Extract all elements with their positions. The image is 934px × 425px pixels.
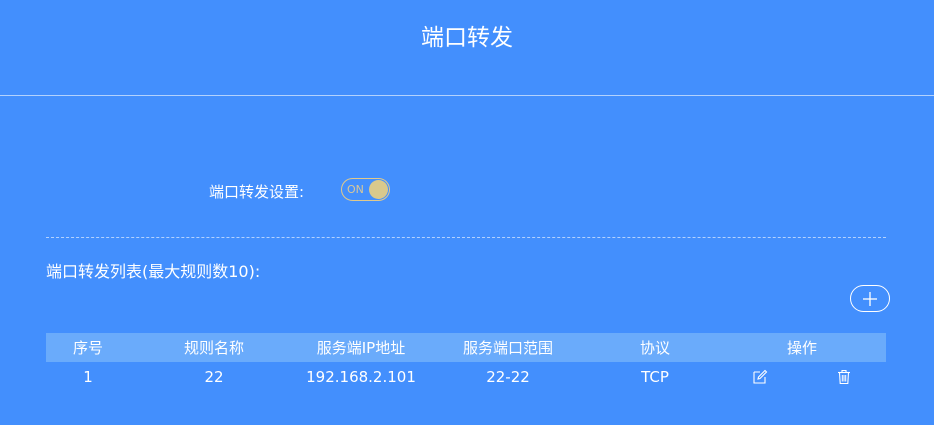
row-server-ip: 192.168.2.101 bbox=[306, 368, 416, 386]
column-header-rule-name: 规则名称 bbox=[183, 339, 244, 357]
column-header-server-ip: 服务端IP地址 bbox=[316, 339, 406, 357]
edit-icon[interactable] bbox=[748, 365, 772, 389]
toggle-state-text: ON bbox=[347, 183, 364, 196]
column-header-actions: 操作 bbox=[786, 339, 817, 357]
port-forward-toggle[interactable]: ON bbox=[341, 178, 390, 201]
table-header: 序号 规则名称 服务端IP地址 服务端口范围 协议 操作 bbox=[46, 333, 886, 362]
add-rule-button[interactable] bbox=[850, 285, 890, 312]
column-header-index: 序号 bbox=[72, 339, 103, 357]
plus-icon bbox=[863, 291, 877, 306]
column-header-port-range: 服务端口范围 bbox=[462, 339, 553, 357]
section-divider bbox=[46, 237, 886, 238]
delete-icon[interactable] bbox=[832, 365, 856, 389]
forward-rules-table: 序号 规则名称 服务端IP地址 服务端口范围 协议 操作 1 22 192.16… bbox=[46, 333, 886, 392]
port-forward-setting-label: 端口转发设置: bbox=[209, 183, 305, 201]
row-index: 1 bbox=[83, 368, 93, 386]
column-header-protocol: 协议 bbox=[639, 339, 670, 357]
forward-list-title: 端口转发列表(最大规则数10): bbox=[46, 262, 261, 281]
toggle-knob bbox=[369, 180, 388, 199]
table-row: 1 22 192.168.2.101 22-22 TCP bbox=[46, 362, 886, 392]
page-title: 端口转发 bbox=[421, 25, 513, 51]
row-port-range: 22-22 bbox=[486, 368, 530, 386]
row-rule-name: 22 bbox=[204, 368, 224, 386]
row-actions bbox=[718, 362, 886, 392]
header-divider bbox=[0, 95, 934, 96]
row-protocol: TCP bbox=[641, 368, 669, 386]
